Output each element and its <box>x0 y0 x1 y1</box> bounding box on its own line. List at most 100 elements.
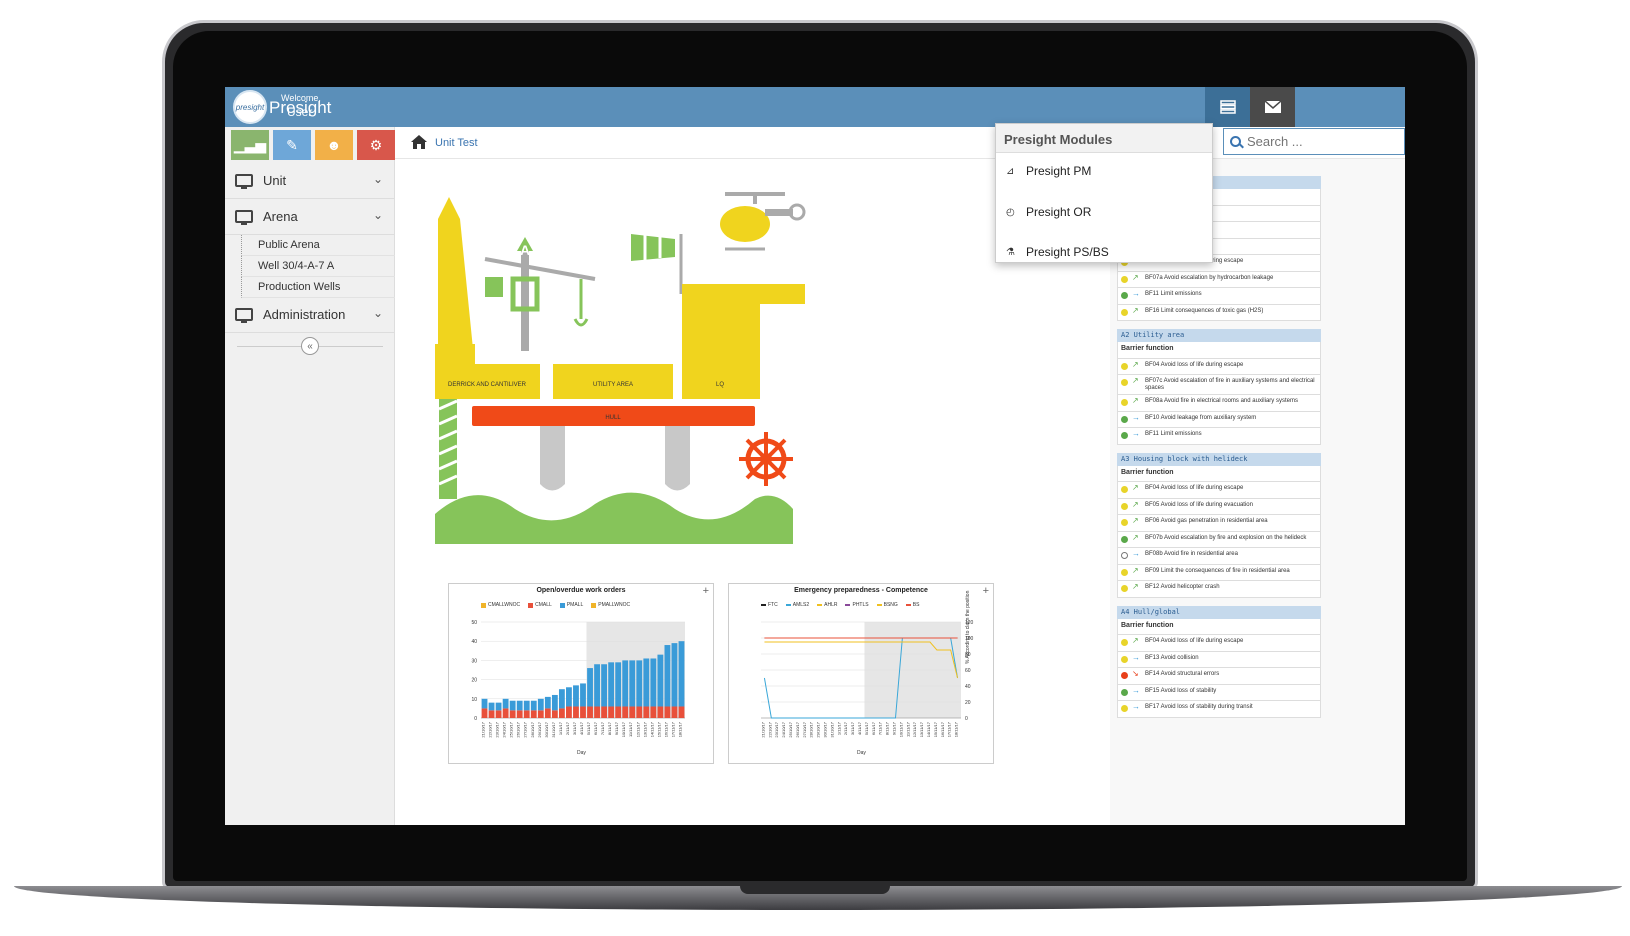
bar-cmall[interactable] <box>488 710 495 718</box>
messages-button[interactable] <box>1250 87 1295 127</box>
barrier-row[interactable]: ↗ BF08a Avoid fire in electrical rooms an… <box>1117 395 1321 412</box>
bar-pmall[interactable] <box>544 696 551 709</box>
bar-cmall[interactable] <box>530 710 537 718</box>
module-item-psbs[interactable]: ⚗ Presight PS/BS <box>1006 245 1109 259</box>
bar-cmall[interactable] <box>502 708 509 718</box>
bar-cmall[interactable] <box>558 708 565 718</box>
settings-tool-button[interactable]: ⚙ <box>357 130 395 160</box>
bar-cmall[interactable] <box>615 706 622 718</box>
bar-cmall[interactable] <box>636 706 643 718</box>
barrier-row[interactable]: → BF10 Avoid leakage from auxiliary syste… <box>1117 411 1321 428</box>
bar-cmall[interactable] <box>481 708 488 718</box>
lq-block[interactable] <box>682 284 805 369</box>
bar-pmall[interactable] <box>495 702 502 711</box>
bar-cmall[interactable] <box>566 706 572 718</box>
bar-pmall[interactable] <box>636 660 643 707</box>
bar-cmall[interactable] <box>608 706 615 718</box>
barrier-row[interactable]: → BF08b Avoid fire in residential area <box>1117 548 1321 565</box>
barrier-row[interactable]: ↗ BF07c Avoid escalation of fire in auxil… <box>1117 375 1321 395</box>
search-input[interactable] <box>1247 134 1387 149</box>
bar-pmall[interactable] <box>509 700 516 711</box>
barrier-row[interactable]: ↗ BF05 Avoid loss of life during evacuati… <box>1117 498 1321 515</box>
barrier-row[interactable]: ↘ BF14 Avoid structural errors <box>1117 668 1321 685</box>
users-tool-button[interactable]: ☻ <box>315 130 353 160</box>
bar-pmall[interactable] <box>643 658 650 707</box>
bar-pmall[interactable] <box>551 694 558 711</box>
section-header[interactable]: A2 Utility area <box>1117 329 1321 342</box>
sidebar-subitem-production-wells[interactable]: Production Wells <box>241 277 395 298</box>
bar-pmall[interactable] <box>629 660 636 707</box>
bar-cmall[interactable] <box>495 710 502 718</box>
barrier-row[interactable]: ↗ BF09 Limit the consequences of fire in … <box>1117 564 1321 581</box>
bar-cmall[interactable] <box>629 706 636 718</box>
bar-pmall[interactable] <box>502 698 509 709</box>
sidebar-item-unit[interactable]: Unit ⌄ <box>225 163 395 199</box>
barrier-row[interactable]: → BF13 Avoid collision <box>1117 651 1321 668</box>
home-icon[interactable] <box>411 135 427 149</box>
bar-pmall[interactable] <box>664 645 671 707</box>
bar-pmall[interactable] <box>622 660 629 707</box>
barrier-row[interactable]: ↗ BF16 Limit consequences of toxic gas (H… <box>1117 304 1321 321</box>
barrier-row[interactable]: ↗ BF04 Avoid loss of life during escape <box>1117 358 1321 375</box>
bar-pmall[interactable] <box>580 683 586 707</box>
collapse-sidebar-button[interactable]: « <box>301 337 319 355</box>
bar-cmall[interactable] <box>671 706 678 718</box>
bar-cmall[interactable] <box>657 706 664 718</box>
bar-cmall[interactable] <box>509 710 516 718</box>
sidebar-subitem-public-arena[interactable]: Public Arena <box>241 235 395 256</box>
bar-pmall[interactable] <box>608 662 615 707</box>
bar-cmall[interactable] <box>551 710 558 718</box>
bar-cmall[interactable] <box>678 706 685 718</box>
bar-cmall[interactable] <box>594 706 600 718</box>
barrier-row[interactable]: ↗ BF07a Avoid escalation by hydrocarbon l… <box>1117 271 1321 288</box>
sidebar-subitem-well[interactable]: Well 30/4-A-7 A <box>241 256 395 277</box>
bar-pmall[interactable] <box>587 668 593 707</box>
barrier-row[interactable]: → BF15 Avoid loss of stability <box>1117 684 1321 701</box>
bar-cmall[interactable] <box>523 710 530 718</box>
bar-pmall[interactable] <box>573 685 579 707</box>
bar-cmall[interactable] <box>650 706 657 718</box>
bar-cmall[interactable] <box>544 708 551 718</box>
bar-pmall[interactable] <box>601 664 608 707</box>
bar-pmall[interactable] <box>537 698 544 711</box>
module-item-pm[interactable]: ⊿ Presight PM <box>1006 164 1091 178</box>
bar-cmall[interactable] <box>537 710 544 718</box>
bar-pmall[interactable] <box>615 662 622 707</box>
section-header[interactable]: A3 Housing block with helideck <box>1117 452 1321 466</box>
bar-pmall[interactable] <box>481 698 488 709</box>
derrick-tower[interactable] <box>438 197 475 369</box>
bar-pmall[interactable] <box>678 641 685 707</box>
bar-cmall[interactable] <box>601 706 608 718</box>
bar-pmall[interactable] <box>488 702 495 711</box>
bar-cmall[interactable] <box>573 706 579 718</box>
barrier-row[interactable]: ↗ BF06 Avoid gas penetration in residenti… <box>1117 515 1321 532</box>
barrier-row[interactable]: → BF17 Avoid loss of stability during tra… <box>1117 701 1321 718</box>
edit-tool-button[interactable]: ✎ <box>273 130 311 160</box>
barrier-row[interactable]: ↗ BF07b Avoid escalation by fire and expl… <box>1117 531 1321 548</box>
sidebar-item-arena[interactable]: Arena ⌄ <box>225 199 395 235</box>
bar-pmall[interactable] <box>516 700 523 711</box>
section-header[interactable]: A4 Hull/global <box>1117 605 1321 619</box>
bar-pmall[interactable] <box>523 700 530 711</box>
bar-pmall[interactable] <box>558 689 565 709</box>
sidebar-item-administration[interactable]: Administration ⌄ <box>225 297 395 333</box>
barrier-row[interactable]: ↗ BF04 Avoid loss of life during escape <box>1117 482 1321 499</box>
bar-cmall[interactable] <box>587 706 593 718</box>
barrier-row[interactable]: ↗ BF12 Avoid helicopter crash <box>1117 581 1321 598</box>
bar-cmall[interactable] <box>643 706 650 718</box>
module-item-or[interactable]: ◴ Presight OR <box>1006 205 1091 219</box>
bar-pmall[interactable] <box>671 643 678 707</box>
breadcrumb-link[interactable]: Unit Test <box>435 137 478 149</box>
bar-cmall[interactable] <box>580 706 586 718</box>
bar-pmall[interactable] <box>657 654 664 707</box>
bar-cmall[interactable] <box>664 706 671 718</box>
modules-menu-button[interactable] <box>1205 87 1250 127</box>
barrier-row[interactable]: → BF11 Limit emissions <box>1117 288 1321 305</box>
bar-cmall[interactable] <box>516 710 523 718</box>
bar-pmall[interactable] <box>594 664 600 707</box>
analytics-tool-button[interactable]: ▁▃▅ <box>231 130 269 160</box>
bar-pmall[interactable] <box>566 687 572 707</box>
bar-pmall[interactable] <box>530 700 537 711</box>
bar-pmall[interactable] <box>650 658 657 707</box>
bar-cmall[interactable] <box>622 706 629 718</box>
